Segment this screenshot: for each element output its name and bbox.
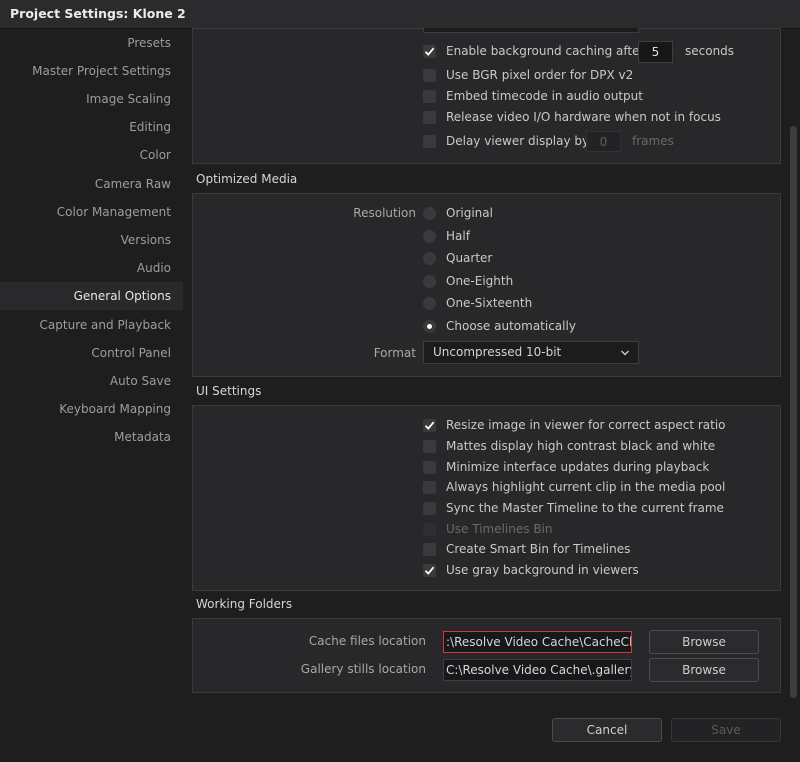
- resolution-label: Resolution: [353, 206, 416, 220]
- resolution-choose-automatically-label: Choose automatically: [446, 319, 576, 333]
- gallery-location-label: Gallery stills location: [300, 662, 426, 676]
- format-value: Uncompressed 10-bit: [433, 345, 562, 359]
- ui-settings-title: UI Settings: [196, 384, 262, 398]
- use-timelines-bin-label: Use Timelines Bin: [446, 522, 553, 536]
- minimize-updates-label: Minimize interface updates during playba…: [446, 460, 710, 474]
- cut-off-dropdown[interactable]: [423, 28, 639, 33]
- smart-bin-checkbox[interactable]: [423, 543, 436, 556]
- use-timelines-bin-checkbox[interactable]: [423, 523, 436, 536]
- sidebar-item-image-scaling[interactable]: Image Scaling: [0, 85, 183, 113]
- embed-timecode-label: Embed timecode in audio output: [446, 89, 643, 103]
- delay-viewer-checkbox[interactable]: [423, 135, 436, 148]
- highlight-clip-label: Always highlight current clip in the med…: [446, 480, 726, 494]
- checkmark-icon: [424, 566, 435, 575]
- resolution-original-label: Original: [446, 206, 493, 220]
- settings-scrollbar[interactable]: [790, 126, 797, 698]
- optimized-media-title: Optimized Media: [196, 172, 298, 186]
- settings-sidebar: Presets Master Project Settings Image Sc…: [0, 29, 183, 762]
- sidebar-item-metadata[interactable]: Metadata: [0, 423, 183, 451]
- gallery-browse-button[interactable]: Browse: [649, 658, 759, 682]
- delay-frames-input[interactable]: 0: [586, 131, 621, 152]
- sidebar-item-keyboard-mapping[interactable]: Keyboard Mapping: [0, 395, 183, 423]
- cache-browse-button[interactable]: Browse: [649, 630, 759, 654]
- resolution-one-sixteenth-label: One-Sixteenth: [446, 296, 533, 310]
- bgr-order-checkbox[interactable]: [423, 69, 436, 82]
- sidebar-item-control-panel[interactable]: Control Panel: [0, 339, 183, 367]
- resolution-quarter-label: Quarter: [446, 251, 493, 265]
- embed-timecode-checkbox[interactable]: [423, 90, 436, 103]
- save-button[interactable]: Save: [671, 718, 781, 742]
- sidebar-item-auto-save[interactable]: Auto Save: [0, 367, 183, 395]
- minimize-updates-checkbox[interactable]: [423, 461, 436, 474]
- sidebar-item-master-project-settings[interactable]: Master Project Settings: [0, 57, 183, 85]
- resize-image-checkbox[interactable]: [423, 419, 436, 432]
- resolution-original-radio[interactable]: [423, 207, 436, 220]
- delay-viewer-label: Delay viewer display by: [446, 134, 590, 148]
- bg-caching-label: Enable background caching after: [446, 44, 645, 58]
- checkmark-icon: [424, 421, 435, 430]
- chevron-down-icon: [621, 350, 629, 356]
- sync-timeline-checkbox[interactable]: [423, 502, 436, 515]
- bg-caching-checkbox[interactable]: [423, 45, 436, 58]
- sidebar-item-color-management[interactable]: Color Management: [0, 198, 183, 226]
- resize-image-label: Resize image in viewer for correct aspec…: [446, 418, 726, 432]
- format-label: Format: [373, 346, 416, 360]
- release-io-checkbox[interactable]: [423, 111, 436, 124]
- cache-location-label: Cache files location: [308, 634, 426, 648]
- sidebar-item-color[interactable]: Color: [0, 141, 183, 169]
- window-title: Project Settings: Klone 2: [10, 6, 186, 21]
- resolution-one-sixteenth-radio[interactable]: [423, 297, 436, 310]
- smart-bin-label: Create Smart Bin for Timelines: [446, 542, 631, 556]
- sync-timeline-label: Sync the Master Timeline to the current …: [446, 501, 724, 515]
- checkmark-icon: [424, 47, 435, 56]
- mattes-contrast-label: Mattes display high contrast black and w…: [446, 439, 716, 453]
- bg-caching-seconds-input[interactable]: 5: [638, 41, 673, 63]
- resolution-half-radio[interactable]: [423, 230, 436, 243]
- bgr-order-label: Use BGR pixel order for DPX v2: [446, 68, 634, 82]
- resolution-one-eighth-radio[interactable]: [423, 275, 436, 288]
- resolution-one-eighth-label: One-Eighth: [446, 274, 514, 288]
- mattes-contrast-checkbox[interactable]: [423, 440, 436, 453]
- resolution-half-label: Half: [446, 229, 470, 243]
- format-dropdown[interactable]: Uncompressed 10-bit: [423, 341, 639, 364]
- sidebar-item-audio[interactable]: Audio: [0, 254, 183, 282]
- bg-caching-unit: seconds: [685, 44, 735, 58]
- gallery-location-input[interactable]: C:\Resolve Video Cache\.gallery: [443, 659, 632, 681]
- gray-background-checkbox[interactable]: [423, 564, 436, 577]
- delay-frames-unit: frames: [632, 134, 674, 148]
- resolution-quarter-radio[interactable]: [423, 252, 436, 265]
- cancel-button[interactable]: Cancel: [552, 718, 662, 742]
- working-folders-title: Working Folders: [196, 597, 293, 611]
- sidebar-item-capture-and-playback[interactable]: Capture and Playback: [0, 311, 183, 339]
- sidebar-item-general-options[interactable]: General Options: [0, 282, 183, 310]
- highlight-clip-checkbox[interactable]: [423, 481, 436, 494]
- sidebar-item-presets[interactable]: Presets: [0, 29, 183, 57]
- cache-location-input[interactable]: :\Resolve Video Cache\CacheClip: [443, 631, 632, 653]
- sidebar-item-camera-raw[interactable]: Camera Raw: [0, 170, 183, 198]
- gray-background-label: Use gray background in viewers: [446, 563, 639, 577]
- release-io-label: Release video I/O hardware when not in f…: [446, 110, 721, 124]
- sidebar-item-editing[interactable]: Editing: [0, 113, 183, 141]
- sidebar-item-versions[interactable]: Versions: [0, 226, 183, 254]
- title-bar: Project Settings: Klone 2: [0, 0, 800, 29]
- resolution-choose-automatically-radio[interactable]: [423, 320, 436, 333]
